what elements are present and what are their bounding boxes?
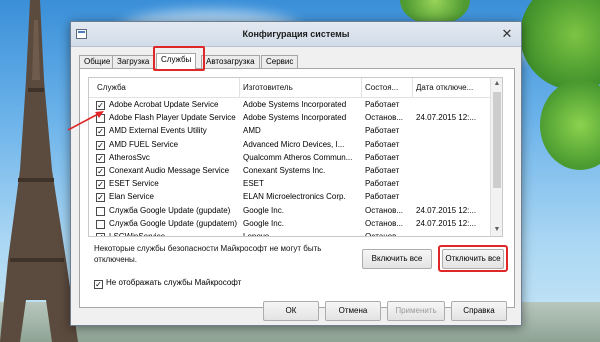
table-row[interactable]: Служба Google Update (gupdatem) Google In… — [89, 218, 490, 231]
service-status: Работает — [365, 152, 400, 162]
column-header-disable-date[interactable]: Дата отключе... — [416, 83, 473, 92]
service-maker: Google Inc. — [243, 218, 284, 228]
table-row[interactable]: ✓ AMD FUEL Service Advanced Micro Devices,… — [89, 139, 490, 152]
service-name: LSCWinService — [109, 231, 166, 237]
microsoft-services-note: Некоторые службы безопасности Майкрософт… — [94, 244, 322, 264]
tab-startup[interactable]: Автозагрузка — [201, 55, 260, 68]
service-name: AMD External Events Utility — [109, 126, 207, 136]
services-table: Служба Изготовитель Состоя... Дата отклю… — [88, 77, 503, 237]
service-status: Останов... — [365, 205, 404, 215]
service-name: AtherosSvc — [109, 152, 150, 162]
system-configuration-window: Конфигурация системы ✕ Общие Загрузка Сл… — [70, 21, 522, 326]
service-maker: Qualcomm Atheros Commun... — [243, 152, 353, 162]
enable-all-button[interactable]: Включить все — [362, 249, 432, 269]
table-row[interactable]: ✓ AMD External Events Utility AMD Работает — [89, 125, 490, 138]
service-maker: Conexant Systems Inc. — [243, 165, 326, 175]
service-name: ESET Service — [109, 179, 159, 189]
hide-microsoft-services-label: Не отображать службы Майкрософт — [106, 278, 242, 287]
table-row[interactable]: Служба Google Update (gupdate) Google Inc… — [89, 205, 490, 218]
service-name: Служба Google Update (gupdate) — [109, 205, 231, 215]
scroll-down-arrow-icon[interactable]: ▼ — [491, 224, 502, 236]
service-status: Останов... — [365, 218, 404, 228]
disable-all-highlight — [438, 245, 508, 272]
close-button[interactable]: ✕ — [499, 27, 515, 41]
service-checkbox[interactable]: ✓ — [96, 232, 105, 236]
service-name: Adobe Flash Player Update Service — [109, 113, 236, 123]
service-name: AMD FUEL Service — [109, 139, 179, 149]
apply-button[interactable]: Применить — [387, 301, 445, 321]
cancel-button[interactable]: Отмена — [325, 301, 381, 321]
service-status: Работает — [365, 139, 400, 149]
service-status: Работает — [365, 100, 400, 109]
service-maker: Google Inc. — [243, 205, 284, 215]
service-disable-date: 24.07.2015 12:... — [416, 218, 477, 228]
checkbox-checkmark-icon[interactable]: ✓ — [94, 280, 103, 289]
help-button[interactable]: Справка — [451, 301, 507, 321]
table-row[interactable]: ✓ Conexant Audio Message Service Conexant … — [89, 165, 490, 178]
service-rows: ✓ Adobe Acrobat Update Service Adobe Syste… — [89, 99, 490, 237]
service-name: Conexant Audio Message Service — [109, 165, 230, 175]
service-checkbox[interactable] — [96, 206, 105, 216]
scroll-up-arrow-icon[interactable]: ▲ — [491, 78, 502, 90]
service-name: Служба Google Update (gupdatem) — [109, 218, 237, 228]
service-status: Работает — [365, 192, 400, 202]
eiffel-tower-image — [0, 0, 78, 342]
service-status: Работает — [365, 126, 400, 136]
service-maker: Advanced Micro Devices, I... — [243, 139, 345, 149]
table-row[interactable]: ✓ Adobe Acrobat Update Service Adobe Syste… — [89, 99, 490, 112]
tab-boot[interactable]: Загрузка — [112, 55, 155, 68]
services-panel: Служба Изготовитель Состоя... Дата отклю… — [79, 68, 515, 308]
service-status: Останов... — [365, 113, 404, 123]
service-name: Elan Service — [109, 192, 154, 202]
service-maker: AMD — [243, 126, 261, 136]
column-header-maker[interactable]: Изготовитель — [243, 83, 293, 92]
table-row[interactable]: ✓ ESET Service ESET Работает — [89, 178, 490, 191]
tab-general[interactable]: Общие — [79, 55, 116, 68]
column-header-status[interactable]: Состоя... — [365, 83, 398, 92]
service-maker: ESET — [243, 179, 264, 189]
service-checkbox[interactable] — [96, 219, 105, 229]
tab-tools[interactable]: Сервис — [261, 55, 299, 68]
service-maker: Lenovo — [243, 231, 270, 237]
service-maker: Adobe Systems Incorporated — [243, 113, 347, 123]
column-header-service[interactable]: Служба — [97, 83, 126, 92]
table-row[interactable]: Adobe Flash Player Update Service Adobe S… — [89, 112, 490, 125]
service-checkbox[interactable]: ✓ — [96, 140, 105, 150]
service-status: Работает — [365, 165, 400, 175]
service-checkbox[interactable]: ✓ — [96, 180, 105, 190]
red-pointer-arrow-icon — [67, 111, 104, 131]
service-checkbox[interactable]: ✓ — [96, 166, 105, 176]
services-tab-highlight — [153, 46, 205, 71]
table-row[interactable]: ✓ LSCWinService Lenovo Останов... — [89, 231, 490, 237]
window-title: Конфигурация системы — [242, 29, 350, 39]
table-header: Служба Изготовитель Состоя... Дата отклю… — [89, 78, 490, 98]
service-checkbox[interactable]: ✓ — [96, 153, 105, 163]
vertical-scrollbar[interactable]: ▲ ▼ — [490, 78, 502, 236]
ok-button[interactable]: ОК — [263, 301, 319, 321]
service-checkbox[interactable]: ✓ — [96, 193, 105, 203]
hide-microsoft-services-checkbox[interactable]: ✓ Не отображать службы Майкрософт — [94, 278, 241, 289]
service-maker: Adobe Systems Incorporated — [243, 100, 347, 109]
title-bar[interactable]: Конфигурация системы ✕ — [71, 22, 521, 47]
service-maker: ELAN Microelectronics Corp. — [243, 192, 346, 202]
service-disable-date: 24.07.2015 12:... — [416, 113, 477, 123]
table-row[interactable]: ✓ AtherosSvc Qualcomm Atheros Commun... Раб… — [89, 152, 490, 165]
table-row[interactable]: ✓ Elan Service ELAN Microelectronics Corp.… — [89, 191, 490, 204]
service-status: Останов... — [365, 231, 404, 237]
service-status: Работает — [365, 179, 400, 189]
scroll-thumb[interactable] — [493, 92, 501, 188]
service-disable-date: 24.07.2015 12:... — [416, 205, 477, 215]
service-name: Adobe Acrobat Update Service — [109, 100, 219, 109]
